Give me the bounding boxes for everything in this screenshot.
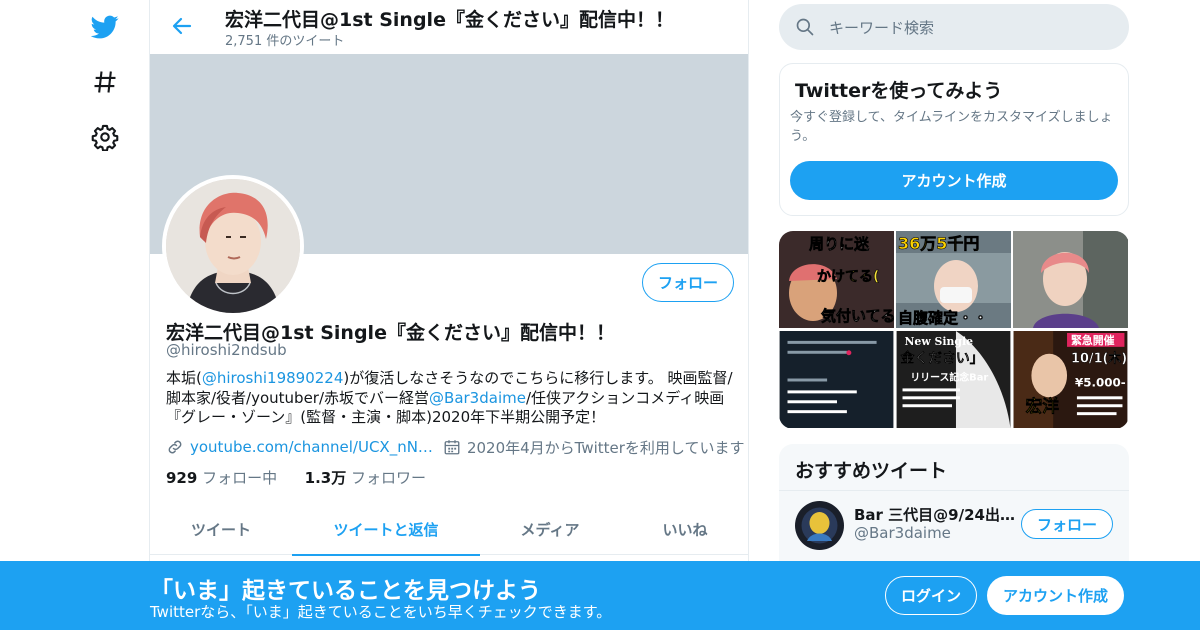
follow-button[interactable]: フォロー [642,263,734,302]
profile-column: 宏洋二代目@1st Single『金ください』配信中！！ 2,751 件のツイー… [149,0,749,630]
media-caption: 緊急開催 [1071,333,1115,347]
media-caption: 自腹確定・・ [898,309,988,327]
media-caption: 宏洋 [1025,396,1059,416]
media-caption: 周りに迷 [809,235,870,253]
media-caption: 10/1(木) [1071,351,1127,367]
recommended-name[interactable]: Bar 三代目@9/24出… [854,504,1015,525]
join-date: 2020年4月からTwitterを利用しています [466,438,745,457]
recommended-handle: @Bar3daime [854,524,951,542]
profile-meta: youtube.com/channel/UCX_nN… 2020年4月からTwi… [166,436,744,458]
following-label: フォロー中 [202,469,278,487]
header-title: 宏洋二代目@1st Single『金ください』配信中！！ [225,9,674,31]
bottom-bar-title: 「いま」起きていることを見つけよう [150,578,541,604]
media-caption: New Single [905,335,974,348]
media-thumbnail[interactable]: 36万5千円 自腹確定・・ [896,231,1011,328]
profile-website-link[interactable]: youtube.com/channel/UCX_nN… [190,438,433,456]
signup-bottom-bar: 「いま」起きていることを見つけよう Twitterなら、「いま」起きていることを… [0,561,1200,630]
profile-tabs: ツイート ツイートと返信 メディア いいね [150,503,748,556]
following-count: 929 [166,469,198,487]
login-button[interactable]: ログイン [885,576,977,615]
following-stat[interactable]: 929 フォロー中 [166,469,277,487]
media-caption: ¥5.000- [1075,375,1126,389]
tab-tweets-and-replies[interactable]: ツイートと返信 [292,503,480,556]
recommended-avatar[interactable] [795,501,844,550]
media-caption: リリース記念Bar [910,370,988,383]
settings-gear-icon[interactable] [88,120,122,154]
bottom-bar-subtitle: Twitterなら、「いま」起きていることをいち早くチェックできます。 [150,603,612,621]
bio-mention-link[interactable]: @hiroshi19890224 [202,369,344,387]
page-root: 宏洋二代目@1st Single『金ください』配信中！！ 2,751 件のツイー… [0,0,1200,630]
followers-label: フォロワー [351,469,427,487]
bio-mention-link[interactable]: @Bar3daime [429,389,526,407]
signup-card-title: Twitterを使ってみよう [795,80,1003,102]
followers-stat[interactable]: 1.3万 フォロワー [305,469,426,487]
media-thumbnail[interactable] [1013,231,1128,328]
profile-bio: 本垢(@hiroshi19890224)が復活しなさそうなのでこちらに移行します… [166,369,736,428]
tab-likes[interactable]: いいね [620,503,748,555]
media-caption: 金ください」 [900,350,984,367]
divider [779,490,1129,491]
search-input[interactable]: キーワード検索 [829,17,934,38]
media-caption: 36万5千円 [898,234,979,253]
media-caption: かけてる( [817,269,879,285]
twitter-bird-icon[interactable] [88,10,122,44]
back-arrow-icon[interactable] [170,14,194,38]
tab-media[interactable]: メディア [480,503,620,555]
signup-card: Twitterを使ってみよう 今すぐ登録して、タイムラインをカスタマイズしましょ… [779,63,1129,216]
media-thumbnail[interactable] [779,331,894,428]
hashtag-icon[interactable] [88,65,122,99]
tweet-count: 2,751 件のツイート [225,34,345,49]
left-nav [0,0,150,630]
media-caption: 気付いてる [821,307,894,325]
media-thumbnail[interactable]: New Single 金ください」 リリース記念Bar [896,331,1011,428]
signup-card-description: 今すぐ登録して、タイムラインをカスタマイズしましょう。 [790,110,1113,144]
media-thumbnail[interactable]: 周りに迷 かけてる( 気付いてる [779,231,894,328]
recommended-follow-button[interactable]: フォロー [1021,509,1113,539]
search-box[interactable]: キーワード検索 [779,4,1129,50]
recommended-tweets: おすすめツイート Bar 三代目@9/24出… @Bar3daime フォロー [779,444,1129,564]
profile-header-bar: 宏洋二代目@1st Single『金ください』配信中！！ 2,751 件のツイー… [150,0,748,54]
media-grid: 周りに迷 かけてる( 気付いてる 36万5千円 自腹確定・・ New Singl… [779,231,1129,429]
follow-stats: 929 フォロー中 1.3万 フォロワー [166,467,426,488]
recommended-title: おすすめツイート [795,460,948,482]
create-account-button[interactable]: アカウント作成 [790,161,1118,200]
tab-tweets[interactable]: ツイート [150,503,292,555]
bio-text: 本垢( [166,369,202,387]
profile-avatar[interactable] [162,175,304,317]
media-thumbnail[interactable]: 緊急開催 10/1(木) ¥5.000- 宏洋 [1013,331,1128,428]
followers-count: 1.3万 [304,469,347,487]
link-icon [168,440,182,454]
calendar-icon [444,440,460,455]
search-icon [796,18,814,36]
profile-handle: @hiroshi2ndsub [166,341,287,359]
signup-button[interactable]: アカウント作成 [987,576,1124,615]
